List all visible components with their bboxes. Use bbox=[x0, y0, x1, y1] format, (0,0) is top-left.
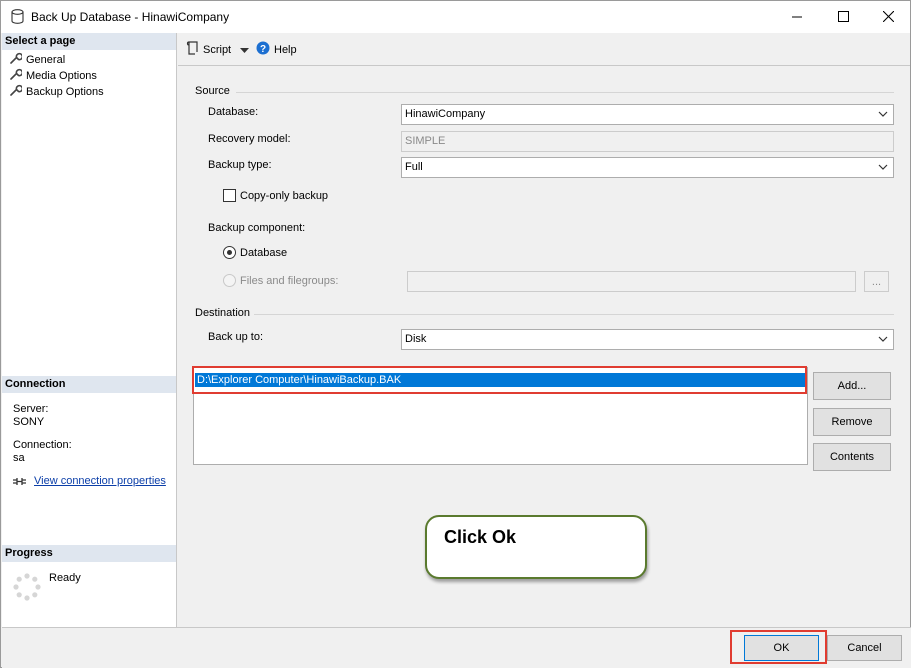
recovery-model-label: Recovery model: bbox=[208, 133, 291, 145]
progress-spinner-icon bbox=[12, 572, 42, 605]
remove-destination-button[interactable]: Remove bbox=[813, 408, 891, 436]
database-select[interactable]: HinawiCompany bbox=[401, 104, 894, 125]
database-select-value: HinawiCompany bbox=[405, 108, 486, 120]
left-panel: Select a page General Media Options Back… bbox=[2, 33, 177, 627]
contents-button[interactable]: Contents bbox=[813, 443, 891, 471]
server-label: Server: bbox=[13, 403, 49, 415]
connection-header: Connection bbox=[2, 376, 176, 393]
view-connection-properties-link[interactable]: View connection properties bbox=[34, 475, 166, 487]
chevron-down-icon bbox=[877, 107, 889, 121]
progress-status: Ready bbox=[49, 572, 81, 584]
wrench-icon bbox=[9, 68, 24, 84]
page-item-general[interactable]: General bbox=[9, 52, 65, 67]
page-item-label: Backup Options bbox=[26, 85, 104, 98]
window-title: Back Up Database - HinawiCompany bbox=[31, 10, 230, 24]
back-up-to-value: Disk bbox=[405, 333, 427, 345]
destination-list[interactable]: D:\Explorer Computer\HinawiBackup.BAK bbox=[193, 367, 808, 465]
files-filegroups-field bbox=[407, 271, 856, 292]
script-icon bbox=[186, 41, 199, 58]
files-browse-button[interactable]: ... bbox=[864, 271, 889, 292]
close-button[interactable] bbox=[865, 1, 911, 31]
destination-group-label: Destination bbox=[195, 307, 251, 319]
page-item-label: Media Options bbox=[26, 69, 97, 82]
backup-database-dialog: Back Up Database - HinawiCompany Select … bbox=[0, 0, 911, 668]
component-database-label: Database bbox=[240, 247, 288, 259]
script-dropdown-icon[interactable] bbox=[240, 45, 249, 57]
backup-component-label: Backup component: bbox=[208, 222, 306, 234]
recovery-model-field: SIMPLE bbox=[401, 131, 894, 152]
back-up-to-select[interactable]: Disk bbox=[401, 329, 894, 350]
help-button[interactable]: ? Help bbox=[256, 41, 297, 58]
help-icon: ? bbox=[256, 41, 270, 58]
instruction-callout: Click Ok bbox=[425, 515, 647, 579]
add-destination-button[interactable]: Add... bbox=[813, 372, 891, 400]
maximize-button[interactable] bbox=[820, 1, 866, 31]
page-item-backup-options[interactable]: Backup Options bbox=[9, 84, 104, 99]
recovery-model-value: SIMPLE bbox=[405, 135, 446, 147]
svg-text:?: ? bbox=[260, 44, 266, 55]
component-database-radio[interactable] bbox=[223, 246, 236, 259]
select-page-header: Select a page bbox=[2, 33, 176, 50]
ok-button[interactable]: OK bbox=[744, 635, 819, 661]
source-group-divider bbox=[236, 92, 894, 93]
backup-type-label: Backup type: bbox=[208, 159, 272, 171]
connection-label: Connection: bbox=[13, 439, 72, 451]
source-group-label: Source bbox=[195, 85, 230, 97]
wrench-icon bbox=[9, 84, 24, 100]
callout-text: Click Ok bbox=[444, 527, 517, 547]
component-files-radio[interactable] bbox=[223, 274, 236, 287]
chevron-down-icon bbox=[877, 160, 889, 174]
help-label: Help bbox=[274, 43, 297, 56]
copy-only-checkbox[interactable] bbox=[223, 189, 236, 202]
minimize-button[interactable] bbox=[774, 1, 820, 31]
page-item-label: General bbox=[26, 53, 66, 66]
backup-type-select[interactable]: Full bbox=[401, 157, 894, 178]
component-files-label: Files and filegroups: bbox=[240, 275, 339, 287]
toolbar: Script ? Help bbox=[178, 33, 910, 66]
wrench-icon bbox=[9, 52, 24, 68]
dialog-button-bar: OK Cancel bbox=[2, 627, 911, 668]
copy-only-label: Copy-only backup bbox=[240, 190, 329, 202]
page-item-media-options[interactable]: Media Options bbox=[9, 68, 97, 83]
chevron-down-icon bbox=[877, 332, 889, 346]
progress-header: Progress bbox=[2, 545, 176, 562]
connection-value: sa bbox=[13, 452, 25, 464]
destination-group-divider bbox=[254, 314, 894, 315]
backup-type-value: Full bbox=[405, 161, 423, 173]
title-bar: Back Up Database - HinawiCompany bbox=[1, 1, 910, 33]
script-label: Script bbox=[203, 43, 232, 56]
cancel-button[interactable]: Cancel bbox=[827, 635, 902, 661]
script-button[interactable]: Script bbox=[186, 41, 231, 58]
back-up-to-label: Back up to: bbox=[208, 331, 264, 343]
connection-properties-icon bbox=[12, 476, 27, 491]
database-icon bbox=[11, 9, 24, 27]
destination-item[interactable]: D:\Explorer Computer\HinawiBackup.BAK bbox=[195, 373, 806, 387]
server-value: SONY bbox=[13, 416, 45, 428]
database-label: Database: bbox=[208, 106, 259, 118]
